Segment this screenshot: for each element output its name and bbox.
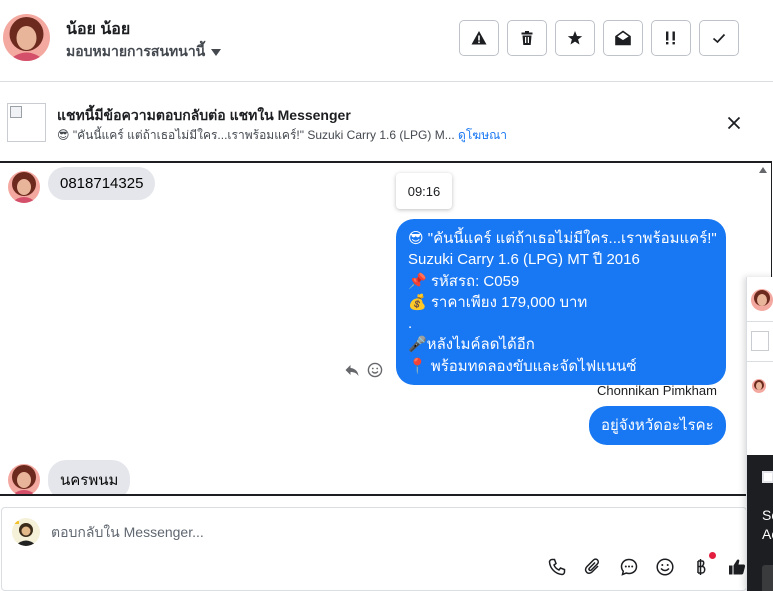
banner-close-button[interactable] — [722, 111, 746, 135]
like-icon — [729, 559, 746, 575]
message-line: . — [408, 315, 413, 333]
panel-card-box — [762, 565, 773, 591]
incoming-message[interactable]: 0818714325 — [48, 167, 156, 200]
contact-avatar-small — [8, 171, 40, 203]
close-icon — [727, 116, 741, 130]
header-actions — [459, 20, 739, 56]
report-spam-button[interactable] — [459, 20, 499, 56]
message-actions — [344, 362, 383, 378]
phone-icon — [548, 558, 566, 576]
banner-subtitle: 😎 "คันนี้แคร์ แต่ถ้าเธอไม่มีใคร...เราพร้… — [57, 126, 507, 145]
reply-icon[interactable] — [344, 362, 360, 378]
incoming-message[interactable]: นครพนม — [48, 460, 131, 494]
panel-dark-card: Sc Ac — [747, 455, 773, 591]
message-thread[interactable]: 0818714325 09:16 😎 "คันนี้แคร์ แต่ถ้าเธอ… — [0, 161, 772, 496]
star-button[interactable] — [555, 20, 595, 56]
conversation-header: น้อย น้อย มอบหมายการสนทนานี้ — [0, 0, 773, 82]
panel-card-text: Ac — [762, 526, 773, 542]
delete-button[interactable] — [507, 20, 547, 56]
emoji-button[interactable] — [654, 556, 676, 578]
timestamp-tooltip: 09:16 — [396, 173, 452, 209]
contact-name: น้อย น้อย — [66, 21, 131, 38]
attachment-icon — [584, 558, 600, 575]
panel-card-icon — [762, 471, 773, 483]
message-line: 🎤หลังไมค์ลดได้อีก — [408, 336, 535, 354]
ad-reply-banner: แชทนี้มีข้อความตอบกลับต่อ แชทใน Messenge… — [0, 83, 773, 161]
attach-button[interactable] — [582, 556, 604, 578]
message-line: Suzuki Carry 1.6 (LPG) MT ปี 2016 — [408, 251, 640, 269]
saved-reply-icon — [620, 558, 638, 576]
panel-avatar-small — [752, 379, 766, 393]
react-emoji-icon[interactable] — [367, 362, 383, 378]
outgoing-message[interactable]: อยู่จังหวัดอะไรคะ — [589, 406, 726, 446]
reply-input[interactable] — [51, 522, 611, 542]
warning-icon — [471, 31, 487, 45]
panel-avatar — [751, 289, 773, 311]
payment-button[interactable] — [690, 552, 716, 578]
message-line: 📌 รหัสรถ: C059 — [408, 272, 520, 290]
message-line: 📍 พร้อมทดลองขับและจัดไฟแนนซ์ — [408, 357, 637, 375]
caret-down-icon — [211, 48, 222, 56]
star-icon — [567, 31, 583, 45]
panel-divider — [747, 321, 773, 322]
contact-avatar-small — [8, 464, 40, 494]
scroll-up-arrow-icon[interactable] — [759, 167, 767, 173]
assign-label: มอบหมายการสนทนานี้ — [66, 43, 206, 59]
view-ad-link[interactable]: ดูโฆษณา — [458, 128, 507, 142]
follow-up-icon — [666, 31, 675, 45]
composer-tools — [546, 552, 748, 578]
side-chat-panel[interactable]: Sc Ac — [746, 277, 773, 591]
mark-unread-icon — [615, 30, 631, 46]
emoji-icon — [656, 558, 674, 576]
like-button[interactable] — [726, 556, 748, 578]
ad-text: 😎 "คันนี้แคร์ แต่ถ้าเธอไม่มีใคร...เราพร้… — [57, 128, 455, 142]
panel-thumbnail — [751, 331, 769, 351]
message-line: 💰 ราคาเพียง 179,000 บาท — [408, 293, 588, 311]
panel-divider — [747, 361, 773, 362]
saved-reply-button[interactable] — [618, 556, 640, 578]
follow-up-button[interactable] — [651, 20, 691, 56]
ad-thumbnail[interactable] — [7, 103, 46, 142]
call-button[interactable] — [546, 556, 568, 578]
reply-composer — [1, 507, 747, 591]
panel-card-text: Sc — [762, 507, 773, 523]
page-avatar — [12, 518, 40, 546]
message-line: 😎 "คันนี้แคร์ แต่ถ้าเธอไม่มีใคร...เราพร้… — [408, 230, 717, 247]
trash-icon — [521, 31, 533, 45]
assign-conversation-dropdown[interactable]: มอบหมายการสนทนานี้ — [66, 41, 222, 63]
baht-icon — [697, 559, 706, 575]
banner-title: แชทนี้มีข้อความตอบกลับต่อ แชทใน Messenge… — [57, 107, 351, 123]
notification-dot — [709, 552, 716, 559]
mark-unread-button[interactable] — [603, 20, 643, 56]
sender-name: Chonnikan Pimkham — [597, 383, 717, 398]
contact-avatar[interactable] — [3, 14, 50, 61]
check-icon — [712, 33, 726, 44]
mark-done-button[interactable] — [699, 20, 739, 56]
outgoing-message[interactable]: 😎 "คันนี้แคร์ แต่ถ้าเธอไม่มีใคร...เราพร้… — [396, 219, 726, 385]
